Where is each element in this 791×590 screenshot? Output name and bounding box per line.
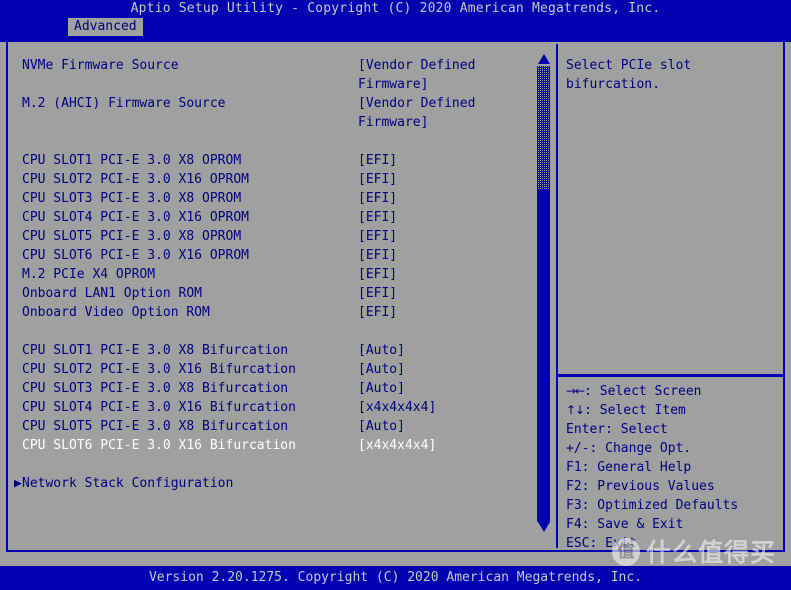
setting-label: CPU SLOT3 PCI-E 3.0 X8 Bifurcation [22, 381, 289, 396]
setting-value-line2: Firmware] [358, 77, 429, 92]
help-panel: Select PCIe slot bifurcation. [566, 56, 778, 376]
arrow-keys-icon: ↑↓ [566, 403, 585, 417]
setting-row[interactable]: CPU SLOT4 PCI-E 3.0 X16 Bifurcation [x4x4… [8, 398, 528, 417]
setting-label: CPU SLOT4 PCI-E 3.0 X16 OPROM [22, 210, 249, 225]
setting-value[interactable]: [EFI] [358, 227, 397, 246]
key-legend-line: ↑↓: Select Item [566, 401, 782, 420]
settings-list: NVMe Firmware Source [Vendor Defined Firmw… [8, 56, 528, 548]
bios-screen: Aptio Setup Utility - Copyright (C) 2020… [0, 0, 791, 590]
setting-row[interactable]: Onboard LAN1 Option ROM [EFI] [8, 284, 528, 303]
setting-row[interactable]: CPU SLOT1 PCI-E 3.0 X8 Bifurcation [Auto] [8, 341, 528, 360]
setting-label: Onboard Video Option ROM [22, 305, 210, 320]
setting-value[interactable]: [EFI] [358, 265, 397, 284]
setting-value[interactable]: [Vendor Defined [358, 94, 475, 113]
key-legend-line: Enter: Select [566, 422, 668, 437]
setting-label: Network Stack Configuration [22, 476, 234, 491]
setting-row[interactable]: CPU SLOT3 PCI-E 3.0 X8 Bifurcation [Auto] [8, 379, 528, 398]
scrollbar-thumb[interactable] [537, 190, 550, 522]
key-legend-line: F1: General Help [566, 460, 692, 475]
setting-value[interactable]: [EFI] [358, 170, 397, 189]
key-legend-text: : Select Item [584, 403, 686, 418]
setting-row[interactable]: NVMe Firmware Source [Vendor Defined [8, 56, 528, 75]
setting-label: Onboard LAN1 Option ROM [22, 286, 203, 301]
key-legend-line: F4: Save & Exit [566, 517, 684, 532]
setting-label: CPU SLOT2 PCI-E 3.0 X16 Bifurcation [22, 362, 296, 377]
submenu-arrow-icon: ▶ [14, 476, 22, 491]
setting-row[interactable]: CPU SLOT6 PCI-E 3.0 X16 OPROM [EFI] [8, 246, 528, 265]
setting-row[interactable]: CPU SLOT1 PCI-E 3.0 X8 OPROM [EFI] [8, 151, 528, 170]
setting-label: CPU SLOT3 PCI-E 3.0 X8 OPROM [22, 191, 242, 206]
help-text-line: Select PCIe slot [566, 58, 692, 73]
setting-label: CPU SLOT5 PCI-E 3.0 X8 OPROM [22, 229, 242, 244]
setting-row[interactable]: CPU SLOT5 PCI-E 3.0 X8 Bifurcation [Auto] [8, 417, 528, 436]
setting-value[interactable]: [Auto] [358, 417, 405, 436]
setting-label: M.2 (AHCI) Firmware Source [22, 96, 226, 111]
help-text-line: bifurcation. [566, 77, 660, 92]
setting-value[interactable]: [Vendor Defined [358, 56, 475, 75]
key-legend-line: F3: Optimized Defaults [566, 498, 739, 513]
setting-value-line2: Firmware] [358, 115, 429, 130]
setting-value[interactable]: [Auto] [358, 360, 405, 379]
page-title: Aptio Setup Utility - Copyright (C) 2020… [0, 0, 791, 18]
pane-divider [556, 44, 558, 548]
setting-value[interactable]: [EFI] [358, 246, 397, 265]
setting-value[interactable]: [EFI] [358, 284, 397, 303]
key-legend-line: +/-: Change Opt. [566, 441, 692, 456]
key-legend-line: ESC: Exit [566, 536, 637, 551]
key-legend-panel: →←: Select Screen ↑↓: Select Item Enter: S… [566, 382, 782, 553]
setting-row[interactable]: CPU SLOT3 PCI-E 3.0 X8 OPROM [EFI] [8, 189, 528, 208]
setting-label: CPU SLOT1 PCI-E 3.0 X8 OPROM [22, 153, 242, 168]
setting-label: CPU SLOT6 PCI-E 3.0 X16 Bifurcation [22, 438, 296, 453]
scroll-down-arrow-icon[interactable] [538, 522, 550, 534]
setting-row[interactable]: CPU SLOT6 PCI-E 3.0 X16 Bifurcation [x4x4… [8, 436, 528, 455]
setting-row[interactable]: CPU SLOT4 PCI-E 3.0 X16 OPROM [EFI] [8, 208, 528, 227]
setting-label: CPU SLOT4 PCI-E 3.0 X16 Bifurcation [22, 400, 296, 415]
key-legend-line: →←: Select Screen [566, 382, 782, 401]
setting-label: CPU SLOT2 PCI-E 3.0 X16 OPROM [22, 172, 249, 187]
setting-row[interactable]: M.2 (AHCI) Firmware Source [Vendor Define… [8, 94, 528, 113]
setting-value[interactable]: [x4x4x4x4] [358, 398, 436, 417]
help-keys-divider [558, 374, 784, 377]
setting-value[interactable]: [EFI] [358, 189, 397, 208]
settings-scrollbar[interactable] [536, 50, 552, 550]
setting-row[interactable]: CPU SLOT2 PCI-E 3.0 X16 Bifurcation [Auto… [8, 360, 528, 379]
version-footer: Version 2.20.1275. Copyright (C) 2020 Am… [0, 566, 791, 590]
setting-value-continuation: Firmware] [8, 113, 528, 132]
setting-label: CPU SLOT6 PCI-E 3.0 X16 OPROM [22, 248, 249, 263]
tab-advanced[interactable]: Advanced [68, 18, 143, 36]
setting-value[interactable]: [Auto] [358, 341, 405, 360]
menu-tab-bar: Advanced [0, 18, 791, 36]
setting-label: CPU SLOT5 PCI-E 3.0 X8 Bifurcation [22, 419, 289, 434]
setting-row[interactable]: M.2 PCIe X4 OPROM [EFI] [8, 265, 528, 284]
arrow-keys-icon: →← [566, 384, 585, 398]
setting-row[interactable]: CPU SLOT2 PCI-E 3.0 X16 OPROM [EFI] [8, 170, 528, 189]
setting-label: NVMe Firmware Source [22, 58, 179, 73]
setting-value[interactable]: [EFI] [358, 208, 397, 227]
setting-row[interactable]: CPU SLOT5 PCI-E 3.0 X8 OPROM [EFI] [8, 227, 528, 246]
key-legend-line: F2: Previous Values [566, 479, 715, 494]
scroll-up-arrow-icon[interactable] [538, 54, 550, 66]
setting-label: CPU SLOT1 PCI-E 3.0 X8 Bifurcation [22, 343, 289, 358]
content-frame: NVMe Firmware Source [Vendor Defined Firmw… [0, 36, 791, 566]
setting-value[interactable]: [x4x4x4x4] [358, 436, 436, 455]
setting-value[interactable]: [Auto] [358, 379, 405, 398]
setting-value-continuation: Firmware] [8, 75, 528, 94]
setting-value[interactable]: [EFI] [358, 151, 397, 170]
submenu-item[interactable]: ▶ Network Stack Configuration [8, 474, 528, 493]
key-legend-text: : Select Screen [584, 384, 702, 399]
setting-label: M.2 PCIe X4 OPROM [22, 267, 156, 282]
setting-row[interactable]: Onboard Video Option ROM [EFI] [8, 303, 528, 322]
setting-value[interactable]: [EFI] [358, 303, 397, 322]
